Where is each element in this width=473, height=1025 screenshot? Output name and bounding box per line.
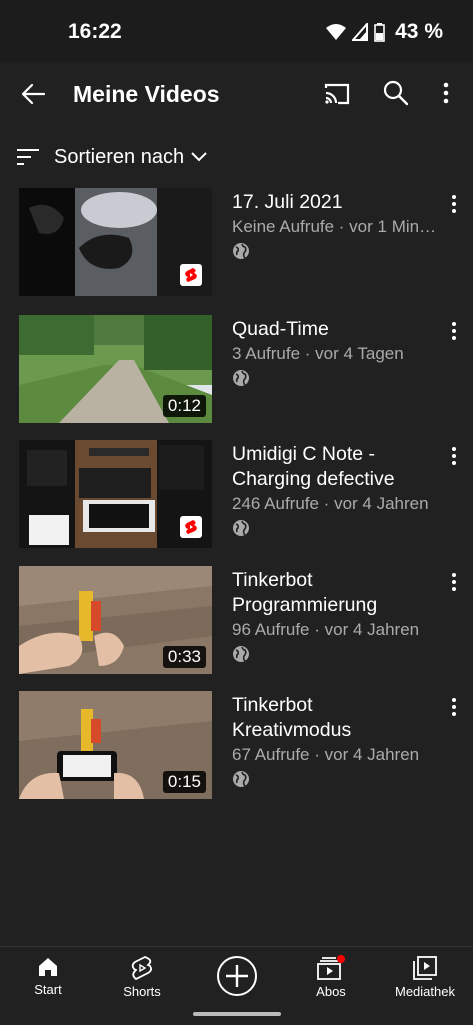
video-item[interactable]: 0:33 Tinkerbot Programmierung 96 Aufrufe… — [0, 566, 473, 674]
video-thumbnail[interactable] — [19, 188, 212, 296]
video-duration: 0:33 — [162, 646, 206, 668]
status-icons: 43 % — [326, 20, 443, 44]
signal-icon — [352, 23, 369, 41]
more-vert-icon — [443, 82, 449, 104]
search-icon — [383, 80, 409, 106]
more-vert-icon — [452, 573, 456, 591]
home-icon — [39, 958, 57, 976]
nav-start[interactable]: Start — [8, 955, 88, 997]
cast-button[interactable] — [322, 79, 352, 109]
video-title[interactable]: Tinkerbot Kreativmodus — [232, 693, 432, 743]
home-indicator[interactable] — [193, 1012, 281, 1016]
globe-icon — [233, 771, 249, 787]
sort-dropdown[interactable]: Sortieren nach — [16, 142, 208, 172]
video-item[interactable]: 17. Juli 2021 Keine Aufrufe · vor 1 Min… — [0, 188, 473, 296]
battery-icon — [374, 22, 385, 42]
video-meta: 246 Aufrufe · vor 4 Jahren — [232, 494, 429, 513]
video-thumbnail[interactable] — [19, 440, 212, 548]
wifi-icon — [326, 24, 347, 40]
subscriptions-icon — [317, 955, 345, 980]
video-meta: 3 Aufrufe · vor 4 Tagen — [232, 344, 404, 363]
nav-mediathek[interactable]: Mediathek — [385, 955, 465, 999]
video-title[interactable]: 17. Juli 2021 — [232, 190, 432, 215]
video-meta: 67 Aufrufe · vor 4 Jahren — [232, 745, 420, 764]
more-vert-icon — [452, 322, 456, 340]
video-duration: 0:15 — [162, 771, 206, 793]
chevron-down-icon — [191, 152, 207, 162]
video-title[interactable]: Quad-Time — [232, 317, 432, 342]
video-thumbnail[interactable]: 0:33 — [19, 566, 212, 674]
page-title: Meine Videos — [73, 81, 220, 107]
back-button[interactable] — [18, 78, 50, 110]
video-meta: 96 Aufrufe · vor 4 Jahren — [232, 620, 420, 639]
shorts-icon — [185, 268, 197, 282]
video-item[interactable]: 0:12 Quad-Time 3 Aufrufe · vor 4 Tagen — [0, 315, 473, 423]
shorts-badge — [180, 516, 202, 538]
video-title[interactable]: Tinkerbot Programmierung — [232, 568, 432, 618]
shorts-badge — [180, 264, 202, 286]
video-options-button[interactable] — [444, 444, 464, 468]
video-options-button[interactable] — [444, 192, 464, 216]
status-time: 16:22 — [68, 20, 122, 43]
more-options-button[interactable] — [434, 78, 458, 108]
cast-icon — [324, 83, 350, 105]
add-circle-icon — [217, 956, 257, 996]
video-options-button[interactable] — [444, 319, 464, 343]
app-bar: Meine Videos — [0, 62, 473, 124]
video-item[interactable]: 0:15 Tinkerbot Kreativmodus 67 Aufrufe ·… — [0, 691, 473, 799]
more-vert-icon — [452, 447, 456, 465]
nav-label: Shorts — [123, 984, 161, 999]
nav-shorts[interactable]: Shorts — [102, 955, 182, 999]
video-duration: 0:12 — [162, 395, 206, 417]
globe-icon — [233, 243, 249, 259]
sort-icon — [17, 149, 39, 165]
shorts-icon — [131, 956, 153, 981]
video-title[interactable]: Umidigi C Note - Charging defective — [232, 442, 432, 492]
notification-dot — [337, 955, 345, 963]
globe-icon — [233, 646, 249, 662]
nav-abos[interactable]: Abos — [291, 955, 371, 999]
globe-icon — [233, 520, 249, 536]
globe-icon — [233, 370, 249, 386]
video-thumbnail[interactable]: 0:15 — [19, 691, 212, 799]
more-vert-icon — [452, 195, 456, 213]
status-bar: 16:22 43 % — [0, 0, 473, 62]
library-icon — [413, 956, 437, 980]
sort-label: Sortieren nach — [54, 145, 185, 168]
nav-label: Start — [34, 982, 62, 997]
back-arrow-icon — [21, 83, 46, 105]
nav-label: Mediathek — [395, 984, 455, 999]
search-button[interactable] — [381, 78, 411, 108]
video-options-button[interactable] — [444, 695, 464, 719]
battery-percentage: 43 % — [395, 20, 443, 43]
create-button[interactable] — [216, 955, 258, 997]
video-item[interactable]: Umidigi C Note - Charging defective 246 … — [0, 440, 473, 548]
video-options-button[interactable] — [444, 570, 464, 594]
shorts-icon — [185, 520, 197, 534]
nav-label: Abos — [316, 984, 346, 999]
video-thumbnail[interactable]: 0:12 — [19, 315, 212, 423]
more-vert-icon — [452, 698, 456, 716]
video-meta: Keine Aufrufe · vor 1 Min… — [232, 217, 437, 236]
